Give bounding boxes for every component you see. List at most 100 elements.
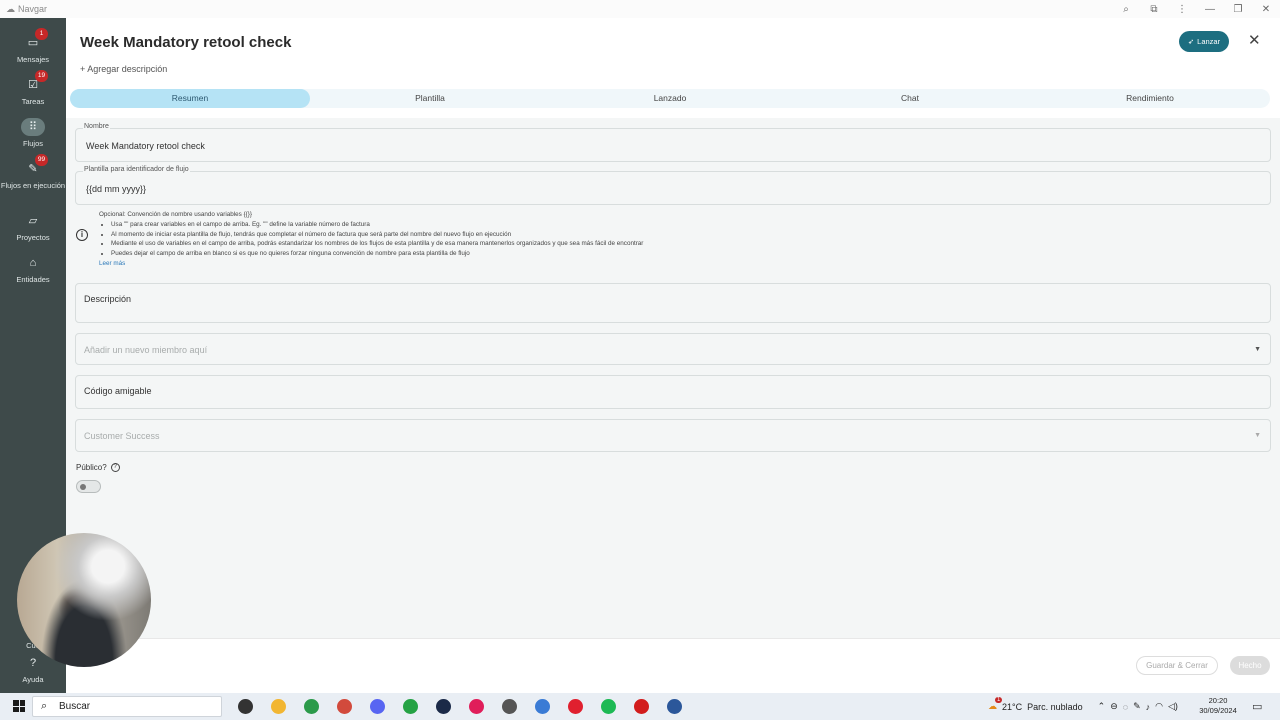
member-select[interactable]: Añadir un nuevo miembro aquí ▼ [75, 333, 1271, 365]
spotify-icon[interactable] [595, 697, 621, 716]
close-icon[interactable]: ✕ [1248, 31, 1261, 49]
search-icon: ⌕ [41, 700, 48, 712]
sidebar-item-mensajes[interactable]: ▭ 1 Mensajes [0, 28, 66, 64]
system-tray: ☁ 1 21°C Parc. nublado ⌃ ⊖ ◌ ✎ ♪ ◠ ◁) [988, 693, 1178, 720]
whatsapp-icon[interactable] [397, 697, 423, 716]
team-select-placeholder: Customer Success [84, 431, 160, 441]
minimize-icon[interactable]: — [1196, 4, 1224, 15]
task-view-icon-glyph [237, 699, 253, 714]
read-more-link[interactable]: Leer más [99, 259, 643, 269]
tab-lanzado[interactable]: Lanzado [550, 89, 790, 108]
description-field-label: Descripción [84, 294, 132, 304]
sidebar-item-label: Flujos en ejecución [0, 181, 66, 190]
tab-rendimiento[interactable]: Rendimiento [1030, 89, 1270, 108]
microphone-icon[interactable]: ♪ [1146, 702, 1151, 712]
save-close-button[interactable]: Guardar & Cerrar [1136, 656, 1218, 675]
chrome-icon[interactable] [298, 697, 324, 716]
restore-icon[interactable]: ❐ [1224, 4, 1252, 15]
sidebar-item-proyectos[interactable]: ▱ Proyectos [0, 212, 66, 242]
info-bullet: Mediante el uso de variables en el campo… [111, 239, 643, 249]
slack-icon[interactable] [463, 697, 489, 716]
bank-icon: ⌂ [29, 257, 37, 269]
chevron-down-icon[interactable]: ▼ [1254, 432, 1261, 439]
chevron-down-icon[interactable]: ▼ [1254, 346, 1261, 353]
word-icon[interactable] [661, 697, 687, 716]
template-field[interactable]: Plantilla para identificador de flujo {{… [75, 166, 1271, 205]
member-select-placeholder: Añadir un nuevo miembro aquí [84, 345, 208, 355]
acrobat-icon[interactable] [628, 697, 654, 716]
info-bullet: Al momento de iniciar esta plantilla de … [111, 230, 643, 240]
system-clock[interactable]: 20:20 30/09/2024 [1196, 696, 1240, 716]
description-field[interactable]: Descripción [75, 283, 1271, 323]
launch-button-label: Lanzar [1197, 37, 1221, 46]
taskbar-search-label: Buscar [59, 701, 91, 712]
sidebar-item-tareas[interactable]: ☑ 19 Tareas [0, 70, 66, 106]
rocket-icon: ➶ [1187, 37, 1195, 46]
task-view-icon[interactable] [232, 697, 258, 716]
sidebar-item-label: Proyectos [16, 233, 50, 242]
discord-icon[interactable] [364, 697, 390, 716]
friendly-code-label: Código amigable [84, 386, 152, 396]
sidebar-item-label: Tareas [21, 97, 45, 106]
more-icon[interactable]: ⋮ [1168, 4, 1196, 15]
notification-icon[interactable]: ▭ [1252, 700, 1262, 713]
add-description-link[interactable]: + Agregar descripción [80, 64, 167, 74]
running-flows-badge: 99 [35, 154, 48, 166]
tab-plantilla[interactable]: Plantilla [310, 89, 550, 108]
taskbar-apps [232, 697, 687, 716]
done-button[interactable]: Hecho [1230, 656, 1270, 675]
team-select[interactable]: Customer Success ▼ [75, 419, 1271, 452]
windows-start-icon[interactable] [13, 700, 25, 712]
sidebar-item-flujos-en-ejecucion[interactable]: ✎ 99 Flujos en ejecución [0, 154, 66, 190]
taskbar: ⌕ Buscar ☁ 1 21°C Parc. nublado ⌃ ⊖ ◌ ✎ ♪… [0, 693, 1280, 720]
volume-icon[interactable]: ◁) [1168, 701, 1178, 712]
chrome-secondary-icon[interactable] [529, 697, 555, 716]
pen-icon[interactable]: ✎ [1133, 701, 1141, 712]
sidebar-item-label: Ayuda [22, 675, 44, 684]
sidebar-item-entidades[interactable]: ⌂ Entidades [0, 254, 66, 284]
main-panel: Week Mandatory retool check + Agregar de… [66, 18, 1280, 693]
taskbar-search[interactable]: ⌕ Buscar [32, 696, 222, 717]
file-explorer-icon[interactable] [265, 697, 291, 716]
flows-icon: ⠿ [21, 118, 45, 136]
info-bullets: Usa "" para crear variables en el campo … [111, 220, 643, 259]
name-field[interactable]: Nombre Week Mandatory retool check [75, 123, 1271, 162]
question-icon[interactable]: ? [110, 463, 120, 472]
sidebar-item-flujos[interactable]: ⠿ Flujos [0, 118, 66, 148]
extensions-icon[interactable]: ⧉ [1140, 4, 1168, 15]
app-tray-icon[interactable]: ◌ [1123, 702, 1128, 712]
tab-chat[interactable]: Chat [790, 89, 1030, 108]
tasks-badge: 19 [35, 70, 48, 82]
name-field-value: Week Mandatory retool check [86, 141, 205, 151]
info-icon: i [76, 229, 88, 241]
wifi-icon[interactable]: ◠ [1155, 701, 1163, 712]
cloud-app-icon[interactable] [496, 697, 522, 716]
spotify-icon-glyph [600, 699, 616, 714]
footer-bar: Guardar & Cerrar Hecho [66, 638, 1280, 693]
webcam-overlay [17, 533, 151, 667]
info-bullet: Usa "" para crear variables en el campo … [111, 220, 643, 230]
opera-icon[interactable] [562, 697, 588, 716]
info-text: Opcional: Convención de nombre usando va… [99, 210, 643, 269]
sidebar-item-label: Entidades [16, 275, 50, 284]
chrome-profile-icon[interactable] [331, 697, 357, 716]
clock-time: 20:20 [1208, 696, 1228, 705]
public-label-text: Público? [76, 463, 107, 472]
discord-icon-glyph [369, 699, 385, 714]
acrobat-icon-glyph [633, 699, 649, 714]
form-content: Nombre Week Mandatory retool check Plant… [66, 118, 1280, 638]
window-close-icon[interactable]: ✕ [1252, 4, 1280, 15]
network-status-icon[interactable]: ⊖ [1110, 701, 1118, 712]
launch-button[interactable]: ➶ Lanzar [1179, 31, 1229, 52]
zoom-icon[interactable]: ⌕ [1112, 4, 1140, 15]
public-toggle[interactable] [76, 480, 101, 493]
chrome-profile-icon-glyph [336, 699, 352, 714]
public-label: Público? ? [76, 463, 120, 472]
friendly-code-field[interactable]: Código amigable [75, 375, 1271, 409]
weather-icon[interactable]: ☁ 1 [988, 697, 1003, 712]
app-title: ☁ Navgar [6, 4, 47, 15]
chevron-up-icon[interactable]: ⌃ [1098, 701, 1106, 712]
page-title: Week Mandatory retool check [80, 34, 292, 51]
tab-resumen[interactable]: Resumen [70, 89, 310, 108]
steam-icon[interactable] [430, 697, 456, 716]
